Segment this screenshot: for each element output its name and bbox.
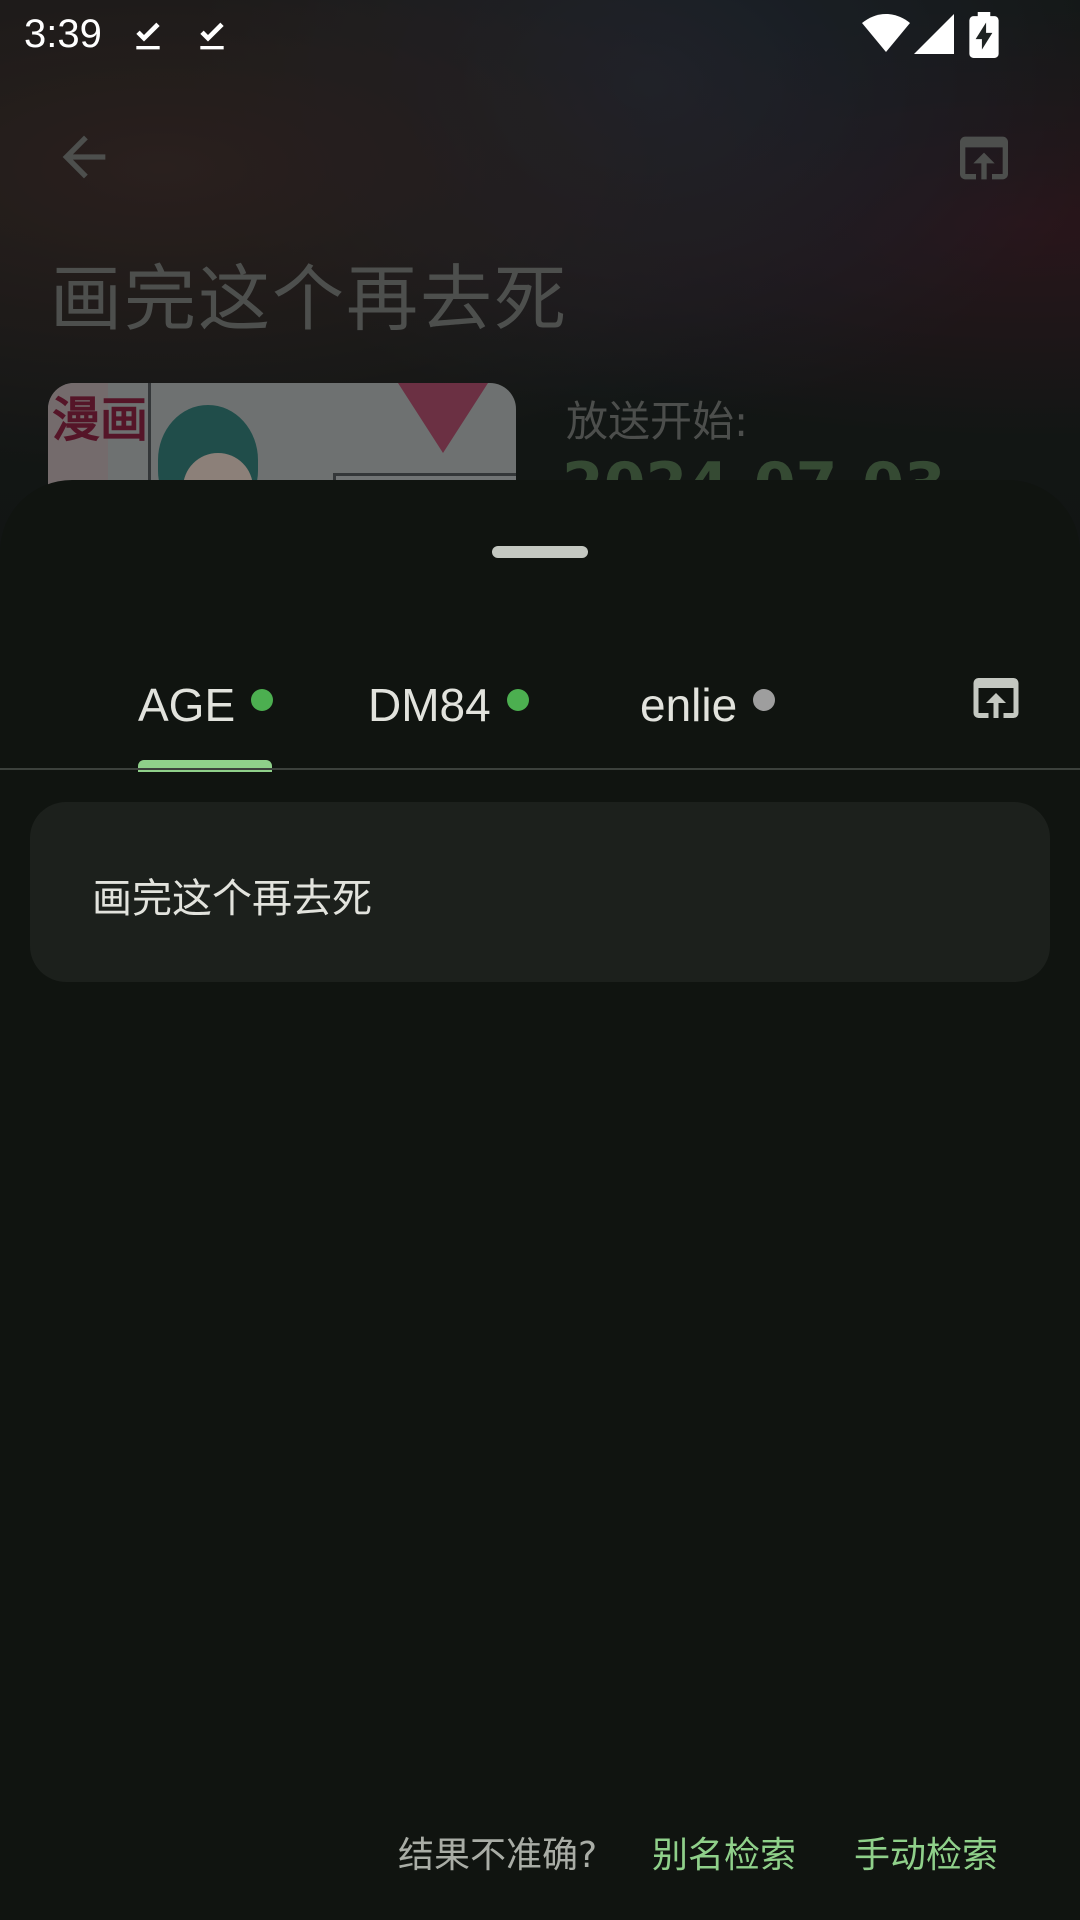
tab-age[interactable]: AGE <box>138 660 274 750</box>
inaccurate-hint: 结果不准确? <box>398 1835 598 1876</box>
drag-handle[interactable] <box>492 546 588 558</box>
tab-label: enlie <box>640 679 738 731</box>
search-result-card[interactable]: 画完这个再去死 <box>30 802 1050 982</box>
tabs-divider <box>0 768 1080 770</box>
tab-indicator <box>138 760 272 772</box>
tab-dm84[interactable]: DM84 <box>368 660 529 750</box>
source-tabs: AGE DM84 enlie <box>0 660 1080 750</box>
result-title: 画完这个再去死 <box>92 876 372 922</box>
download-done-icon <box>136 22 160 50</box>
tab-enlie[interactable]: enlie <box>640 660 776 750</box>
background-detail-page: 画完这个再去死 漫画 放送开始: 2024-07-03 <box>0 0 1080 583</box>
status-time: 3:39 <box>24 12 102 56</box>
alias-search-button[interactable]: 别名检索 <box>652 1826 796 1878</box>
tab-label: AGE <box>138 679 236 731</box>
cellular-signal-icon <box>914 14 954 54</box>
manual-search-button[interactable]: 手动检索 <box>854 1826 998 1878</box>
tab-label: DM84 <box>368 679 491 731</box>
wifi-icon <box>862 14 910 52</box>
status-dot-icon <box>251 689 274 711</box>
open-in-browser-icon[interactable] <box>966 668 1026 728</box>
scrim[interactable] <box>0 0 1080 560</box>
status-dot-icon <box>506 689 529 711</box>
screen: 画完这个再去死 漫画 放送开始: 2024-07-03 3:39 <box>0 0 1080 1920</box>
download-done-icon <box>200 22 224 50</box>
battery-charging-icon <box>969 12 999 58</box>
sheet-footer: 结果不准确? 别名检索 手动检索 <box>0 1826 1080 1906</box>
status-bar: 3:39 <box>0 0 1080 72</box>
source-bottom-sheet: AGE DM84 enlie 画完这个再去死 结果不准确? 别名检索 手动检索 <box>0 480 1080 1920</box>
status-dot-icon <box>753 689 776 711</box>
